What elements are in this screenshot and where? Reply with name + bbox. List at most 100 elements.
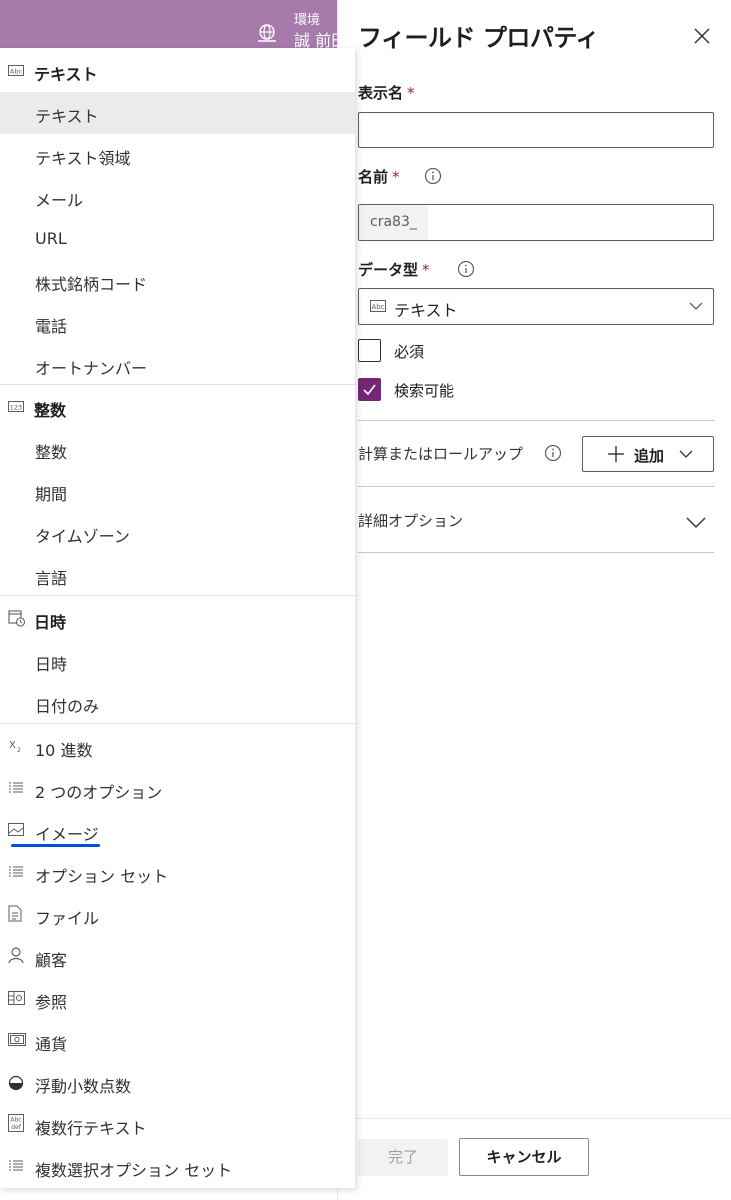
- svg-text:123: 123: [10, 404, 22, 412]
- option-lookup[interactable]: 参照: [0, 978, 355, 1020]
- add-button-label: 追加: [634, 447, 665, 465]
- highlight-underline: [11, 844, 100, 847]
- checkmark-icon: [363, 384, 376, 396]
- data-type-label: データ型 *: [358, 259, 430, 280]
- divider: [358, 420, 714, 421]
- required-marker: *: [392, 168, 400, 186]
- abc-icon: Abc: [370, 300, 386, 312]
- option-date-time[interactable]: 日時: [0, 640, 355, 682]
- option-decimal[interactable]: X 2 10 進数: [0, 726, 355, 768]
- option-label: 複数選択オプション セット: [35, 1161, 233, 1180]
- option-label: 顧客: [35, 951, 68, 970]
- option-label: 電話: [35, 317, 68, 336]
- chevron-down-icon[interactable]: [686, 516, 706, 530]
- searchable-checkbox[interactable]: [358, 378, 381, 401]
- option-timezone[interactable]: タイムゾーン: [0, 512, 355, 554]
- done-button[interactable]: 完了: [358, 1139, 448, 1176]
- option-text[interactable]: テキスト: [0, 92, 355, 134]
- option-label: 期間: [35, 485, 68, 504]
- panel-title: フィールド プロパティ: [358, 24, 599, 52]
- option-date-only[interactable]: 日付のみ: [0, 682, 355, 724]
- option-duration[interactable]: 期間: [0, 470, 355, 512]
- half-circle-icon: [8, 1075, 24, 1091]
- info-icon[interactable]: [457, 260, 475, 278]
- option-autonumber[interactable]: オートナンバー: [0, 344, 355, 386]
- list-icon: [9, 1160, 23, 1171]
- option-language[interactable]: 言語: [0, 554, 355, 596]
- display-name-label-text: 表示名: [358, 84, 404, 102]
- required-marker: *: [422, 261, 430, 279]
- option-customer[interactable]: 顧客: [0, 936, 355, 978]
- calc-rollup-label: 計算またはロールアップ: [358, 445, 524, 463]
- calendar-clock-icon: [8, 610, 26, 627]
- option-url[interactable]: URL: [0, 218, 355, 260]
- group-header-label: 整数: [34, 401, 67, 420]
- option-whole-number[interactable]: 整数: [0, 428, 355, 470]
- option-multiselect-option-set[interactable]: 複数選択オプション セット: [0, 1146, 355, 1188]
- svg-text:Abc: Abc: [10, 68, 23, 76]
- group-header-date-time: 日時: [0, 598, 355, 640]
- image-icon: [8, 823, 24, 836]
- environment-label: 環境: [294, 13, 321, 28]
- option-text-area[interactable]: テキスト領域: [0, 134, 355, 176]
- option-two-options[interactable]: 2 つのオプション: [0, 768, 355, 810]
- option-label: テキスト: [35, 107, 99, 126]
- required-checkbox[interactable]: [358, 339, 381, 362]
- cancel-button[interactable]: キャンセル: [459, 1138, 589, 1176]
- group-header-whole-number: 123 整数: [0, 386, 355, 428]
- option-phone[interactable]: 電話: [0, 302, 355, 344]
- group-separator: [0, 384, 355, 385]
- environment-globe-icon[interactable]: [256, 22, 278, 44]
- data-type-value: テキスト: [394, 301, 458, 320]
- group-separator: [0, 723, 355, 724]
- option-label: メール: [35, 191, 84, 210]
- option-label: テキスト領域: [35, 149, 131, 168]
- chevron-down-icon: [689, 302, 703, 310]
- display-name-input[interactable]: [358, 112, 714, 148]
- required-marker: *: [407, 84, 415, 102]
- option-label: オプション セット: [35, 867, 169, 886]
- info-icon[interactable]: [544, 444, 562, 462]
- option-file[interactable]: ファイル: [0, 894, 355, 936]
- option-ticker-symbol[interactable]: 株式銘柄コード: [0, 260, 355, 302]
- svg-text:2: 2: [17, 747, 21, 754]
- svg-text:X: X: [9, 740, 16, 751]
- abc-icon: Abc: [8, 65, 24, 76]
- svg-text:Abc: Abc: [371, 303, 384, 311]
- chevron-down-icon: [679, 450, 693, 458]
- option-label: 株式銘柄コード: [35, 275, 148, 294]
- group-header-label: 日時: [34, 613, 67, 632]
- person-icon: [8, 947, 24, 964]
- option-label: 浮動小数点数: [35, 1077, 132, 1096]
- add-button[interactable]: 追加: [582, 436, 714, 472]
- name-field[interactable]: cra83_: [358, 204, 714, 241]
- svg-text:def: def: [11, 1124, 22, 1131]
- name-prefix: cra83_: [359, 205, 428, 240]
- list-icon: [9, 866, 23, 877]
- option-label: ファイル: [35, 909, 100, 928]
- option-label: URL: [35, 229, 67, 248]
- option-multiline-text[interactable]: Abc def 複数行テキスト: [0, 1104, 355, 1146]
- top-banner: 環境 誠 前田: [0, 0, 355, 50]
- option-label: 複数行テキスト: [35, 1119, 147, 1138]
- option-label: 通貨: [35, 1035, 68, 1054]
- close-icon[interactable]: [690, 24, 714, 48]
- advanced-options-label[interactable]: 詳細オプション: [358, 510, 463, 531]
- option-label: 2 つのオプション: [35, 783, 163, 802]
- option-label: 日時: [35, 655, 68, 674]
- option-option-set[interactable]: オプション セット: [0, 852, 355, 894]
- name-label: 名前 *: [358, 166, 400, 187]
- info-icon[interactable]: [424, 167, 442, 185]
- data-type-select[interactable]: Abc テキスト: [358, 288, 714, 325]
- option-label: 10 進数: [35, 741, 93, 760]
- currency-icon: [8, 1033, 26, 1046]
- abc-def-icon: Abc def: [8, 1114, 24, 1132]
- option-label: オートナンバー: [35, 359, 148, 378]
- option-floating-point[interactable]: 浮動小数点数: [0, 1062, 355, 1104]
- divider: [358, 486, 714, 487]
- subscript-x-icon: X 2: [9, 740, 21, 754]
- option-currency[interactable]: 通貨: [0, 1020, 355, 1062]
- option-email[interactable]: メール: [0, 176, 355, 218]
- group-header-label: テキスト: [34, 65, 98, 84]
- option-label: イメージ: [35, 825, 99, 844]
